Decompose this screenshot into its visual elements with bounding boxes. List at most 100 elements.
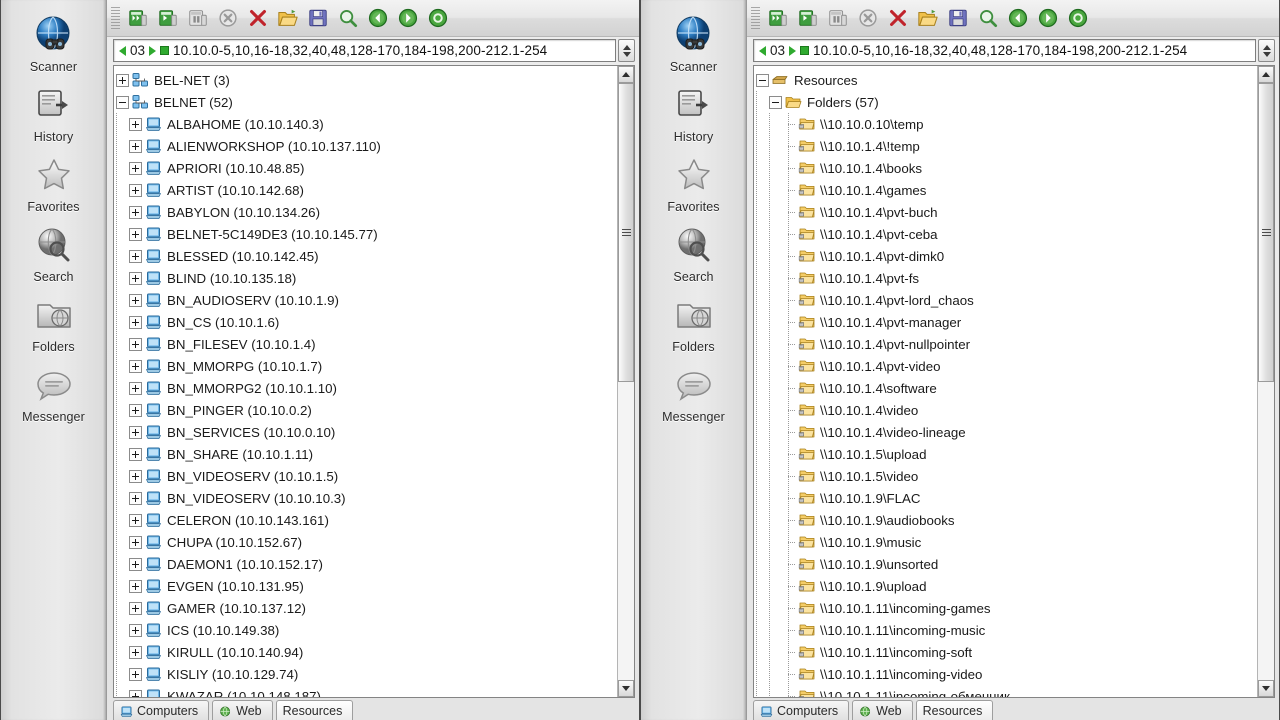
- scroll-down-button[interactable]: [618, 680, 634, 697]
- tree-toggle-plus-icon[interactable]: [129, 491, 142, 505]
- tab-computers[interactable]: Computers: [753, 700, 850, 720]
- toolbar-grip[interactable]: [751, 7, 760, 29]
- open-button[interactable]: [913, 3, 943, 33]
- tree-toggle-plus-icon[interactable]: [129, 447, 142, 461]
- tree-toggle-plus-icon[interactable]: [129, 667, 142, 681]
- tab-web[interactable]: Web: [212, 700, 273, 720]
- find-button[interactable]: [333, 3, 363, 33]
- tree-toggle-plus-icon[interactable]: [129, 623, 142, 637]
- forward-button[interactable]: [1033, 3, 1063, 33]
- tree-toggle-plus-icon[interactable]: [129, 205, 142, 219]
- tree-toggle-minus-icon[interactable]: [769, 95, 782, 109]
- tree-row[interactable]: BN_AUDIOSERV (10.10.1.9): [116, 289, 617, 311]
- save-button[interactable]: [943, 3, 973, 33]
- green-left-triangle-icon[interactable]: [119, 45, 126, 56]
- scan-start-all-button[interactable]: [123, 3, 153, 33]
- tree-row[interactable]: BN_FILESEV (10.10.1.4): [116, 333, 617, 355]
- computers-tree[interactable]: BEL-NET (3) BELNET (52) ALBAHOME (10.10.14…: [114, 66, 617, 697]
- tree-row[interactable]: \\10.10.1.4\pvt-ceba: [756, 223, 1257, 245]
- left-range-spinner[interactable]: [618, 39, 635, 62]
- tree-row[interactable]: BN_SHARE (10.10.1.11): [116, 443, 617, 465]
- tree-row[interactable]: CHUPA (10.10.152.67): [116, 531, 617, 553]
- back-button[interactable]: [1003, 3, 1033, 33]
- tree-row[interactable]: ALIENWORKSHOP (10.10.137.110): [116, 135, 617, 157]
- open-button[interactable]: [273, 3, 303, 33]
- tree-row[interactable]: BABYLON (10.10.134.26): [116, 201, 617, 223]
- sidebar-item-scanner[interactable]: Scanner: [641, 8, 746, 78]
- sidebar-item-folders[interactable]: Folders: [1, 288, 106, 358]
- refresh-button[interactable]: [1063, 3, 1093, 33]
- tree-row[interactable]: Folders (57): [756, 91, 1257, 113]
- sidebar-item-history[interactable]: History: [641, 78, 746, 148]
- tree-row[interactable]: APRIORI (10.10.48.85): [116, 157, 617, 179]
- green-right-triangle-icon[interactable]: [789, 45, 797, 56]
- tree-row[interactable]: \\10.10.1.11\incoming-music: [756, 619, 1257, 641]
- tab-resources[interactable]: Resources: [275, 700, 354, 720]
- spinner-down-icon[interactable]: [622, 51, 631, 57]
- save-button[interactable]: [303, 3, 333, 33]
- tree-row[interactable]: \\10.10.1.5\upload: [756, 443, 1257, 465]
- tree-toggle-plus-icon[interactable]: [129, 315, 142, 329]
- right-vertical-scrollbar[interactable]: [1257, 66, 1274, 697]
- pause-scan-button[interactable]: [183, 3, 213, 33]
- tree-toggle-plus-icon[interactable]: [129, 293, 142, 307]
- tree-toggle-plus-icon[interactable]: [129, 645, 142, 659]
- spinner-up-icon[interactable]: [622, 44, 631, 50]
- stop-scan-button[interactable]: [213, 3, 243, 33]
- tree-row[interactable]: KIRULL (10.10.140.94): [116, 641, 617, 663]
- tree-toggle-plus-icon[interactable]: [129, 579, 142, 593]
- tree-row[interactable]: \\10.10.1.4\pvt-lord_chaos: [756, 289, 1257, 311]
- sidebar-item-search[interactable]: Search: [1, 218, 106, 288]
- tree-row[interactable]: \\10.10.1.4\pvt-fs: [756, 267, 1257, 289]
- tree-row[interactable]: \\10.10.1.4\video-lineage: [756, 421, 1257, 443]
- scan-start-button[interactable]: [793, 3, 823, 33]
- sidebar-item-folders[interactable]: Folders: [641, 288, 746, 358]
- tree-row[interactable]: \\10.10.1.5\video: [756, 465, 1257, 487]
- tree-toggle-plus-icon[interactable]: [129, 689, 142, 697]
- tree-row[interactable]: \\10.10.1.9\unsorted: [756, 553, 1257, 575]
- tree-row[interactable]: BN_CS (10.10.1.6): [116, 311, 617, 333]
- tree-row[interactable]: DAEMON1 (10.10.152.17): [116, 553, 617, 575]
- left-scroll-track[interactable]: [618, 83, 634, 680]
- tree-row[interactable]: \\10.10.1.4\pvt-dimk0: [756, 245, 1257, 267]
- tree-row[interactable]: CELERON (10.10.143.161): [116, 509, 617, 531]
- tree-toggle-plus-icon[interactable]: [129, 513, 142, 527]
- tree-row[interactable]: \\10.10.1.11\incoming-soft: [756, 641, 1257, 663]
- tree-row[interactable]: \\10.10.1.11\incoming-games: [756, 597, 1257, 619]
- tree-row[interactable]: BEL-NET (3): [116, 69, 617, 91]
- scroll-up-button[interactable]: [618, 66, 634, 83]
- tree-row[interactable]: \\10.10.1.4\books: [756, 157, 1257, 179]
- tree-toggle-plus-icon[interactable]: [129, 337, 142, 351]
- tree-toggle-plus-icon[interactable]: [129, 601, 142, 615]
- tree-row[interactable]: ICS (10.10.149.38): [116, 619, 617, 641]
- tab-resources[interactable]: Resources: [915, 700, 994, 720]
- tree-row[interactable]: \\10.10.1.4\!temp: [756, 135, 1257, 157]
- green-left-triangle-icon[interactable]: [759, 45, 766, 56]
- tree-toggle-plus-icon[interactable]: [129, 425, 142, 439]
- tree-toggle-plus-icon[interactable]: [129, 535, 142, 549]
- tree-row[interactable]: BELNET (52): [116, 91, 617, 113]
- tree-toggle-plus-icon[interactable]: [129, 117, 142, 131]
- tab-web[interactable]: Web: [852, 700, 913, 720]
- right-scroll-track[interactable]: [1258, 83, 1274, 680]
- tree-toggle-minus-icon[interactable]: [116, 95, 129, 109]
- tree-row[interactable]: GAMER (10.10.137.12): [116, 597, 617, 619]
- tree-row[interactable]: Resources: [756, 69, 1257, 91]
- tree-row[interactable]: BLESSED (10.10.142.45): [116, 245, 617, 267]
- spinner-down-icon[interactable]: [1262, 51, 1271, 57]
- tree-toggle-plus-icon[interactable]: [129, 469, 142, 483]
- pause-scan-button[interactable]: [823, 3, 853, 33]
- right-ip-range-input[interactable]: 03 10.10.0-5,10,16-18,32,40,48,128-170,1…: [753, 39, 1256, 62]
- tree-toggle-plus-icon[interactable]: [129, 249, 142, 263]
- tree-row[interactable]: \\10.10.1.4\video: [756, 399, 1257, 421]
- sidebar-item-messenger[interactable]: Messenger: [1, 358, 106, 428]
- delete-button[interactable]: [243, 3, 273, 33]
- tree-row[interactable]: ALBAHOME (10.10.140.3): [116, 113, 617, 135]
- find-button[interactable]: [973, 3, 1003, 33]
- tree-row[interactable]: \\10.10.1.11\incoming-обменник: [756, 685, 1257, 697]
- tree-row[interactable]: \\10.10.1.11\incoming-video: [756, 663, 1257, 685]
- tree-row[interactable]: \\10.10.0.10\temp: [756, 113, 1257, 135]
- sidebar-item-messenger[interactable]: Messenger: [641, 358, 746, 428]
- tree-row[interactable]: BELNET-5C149DE3 (10.10.145.77): [116, 223, 617, 245]
- scan-start-all-button[interactable]: [763, 3, 793, 33]
